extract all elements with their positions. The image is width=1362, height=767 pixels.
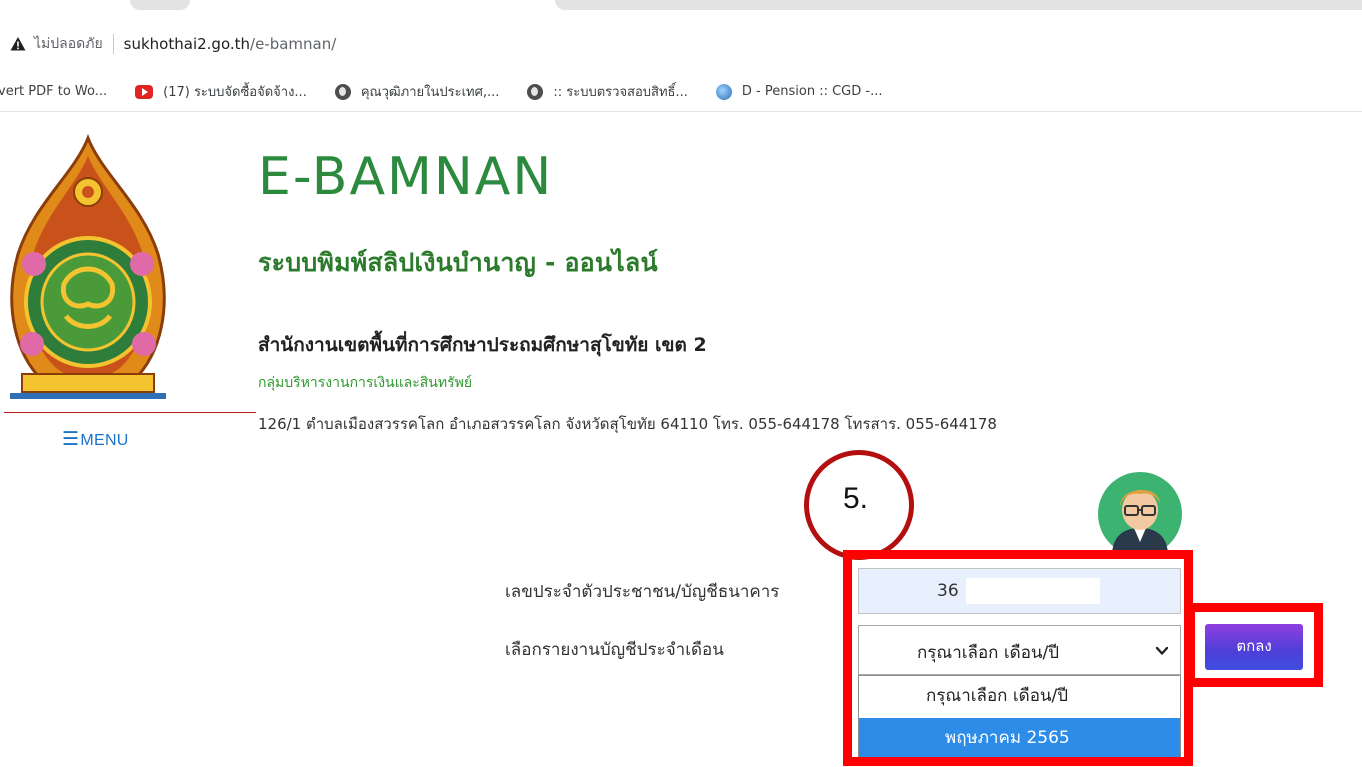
id-field-label: เลขประจำตัวประชาชน/บัญชีธนาคาร bbox=[505, 582, 780, 602]
office-address: 126/1 ตำบลเมืองสวรรคโลก อำเภอสวรรคโลก จั… bbox=[258, 415, 997, 433]
report-select-label: เลือกรายงานบัญชีประจำเดือน bbox=[505, 640, 724, 660]
bookmark-label: vert PDF to Wo... bbox=[0, 84, 108, 99]
system-title: ระบบพิมพ์สลิปเงินบำนาญ - ออนไลน์ bbox=[258, 248, 658, 277]
menu-button[interactable]: ☰MENU bbox=[62, 428, 129, 451]
bookmarks-bar: vert PDF to Wo... (17) ระบบจัดซื้อจัดจ้า… bbox=[0, 72, 1362, 112]
logo-text: E-BAMNAN bbox=[258, 147, 553, 202]
bookmark-label: คุณวุฒิภายในประเทศ,... bbox=[360, 85, 500, 100]
youtube-icon bbox=[135, 84, 154, 99]
browser-tab[interactable] bbox=[130, 0, 190, 10]
bookmark-label: (17) ระบบจัดซื้อจัดจ้าง... bbox=[163, 85, 307, 100]
bookmark-item[interactable]: คุณวุฒิภายในประเทศ,... bbox=[334, 81, 500, 102]
header-divider bbox=[4, 412, 256, 413]
user-avatar-icon bbox=[1098, 472, 1182, 556]
annotation-highlight-form bbox=[843, 550, 1193, 766]
url-host: sukhothai2.go.th bbox=[123, 35, 251, 53]
browser-tab-strip bbox=[0, 0, 1362, 16]
bookmark-item[interactable]: (17) ระบบจัดซื้อจัดจ้าง... bbox=[135, 81, 307, 102]
bookmark-item[interactable]: D - Pension :: CGD -... bbox=[715, 83, 883, 100]
globe-icon bbox=[334, 83, 351, 100]
office-name: สำนักงานเขตพื้นที่การศึกษาประถมศึกษาสุโข… bbox=[258, 334, 707, 356]
address-separator bbox=[112, 34, 114, 54]
browser-tab-active[interactable] bbox=[555, 0, 1362, 10]
warning-icon[interactable] bbox=[10, 36, 26, 52]
url-path: /e-bamnan/ bbox=[250, 35, 337, 53]
office-division: กลุ่มบริหารงานการเงินและสินทรัพย์ bbox=[258, 375, 473, 391]
hamburger-icon: ☰ bbox=[62, 429, 80, 450]
not-secure-label[interactable]: ไม่ปลอดภัย bbox=[34, 33, 103, 55]
bookmark-item[interactable]: :: ระบบตรวจสอบสิทธิ์... bbox=[527, 81, 688, 102]
obec-seal-logo bbox=[10, 134, 166, 399]
address-bar[interactable]: ไม่ปลอดภัย sukhothai2.go.th/e-bamnan/ bbox=[0, 24, 1362, 64]
globe-icon bbox=[527, 83, 544, 100]
menu-label: MENU bbox=[80, 432, 129, 449]
bookmark-label: :: ระบบตรวจสอบสิทธิ์... bbox=[553, 85, 688, 100]
bookmark-label: D - Pension :: CGD -... bbox=[741, 84, 883, 99]
url-text[interactable]: sukhothai2.go.th/e-bamnan/ bbox=[124, 35, 337, 53]
e-bamnan-logo: E-BAMNAN bbox=[258, 147, 553, 202]
bookmark-item[interactable]: vert PDF to Wo... bbox=[0, 84, 107, 99]
annotation-highlight-button bbox=[1186, 603, 1323, 687]
step-marker-label: 5. bbox=[843, 482, 869, 515]
d-pension-icon bbox=[715, 83, 732, 100]
